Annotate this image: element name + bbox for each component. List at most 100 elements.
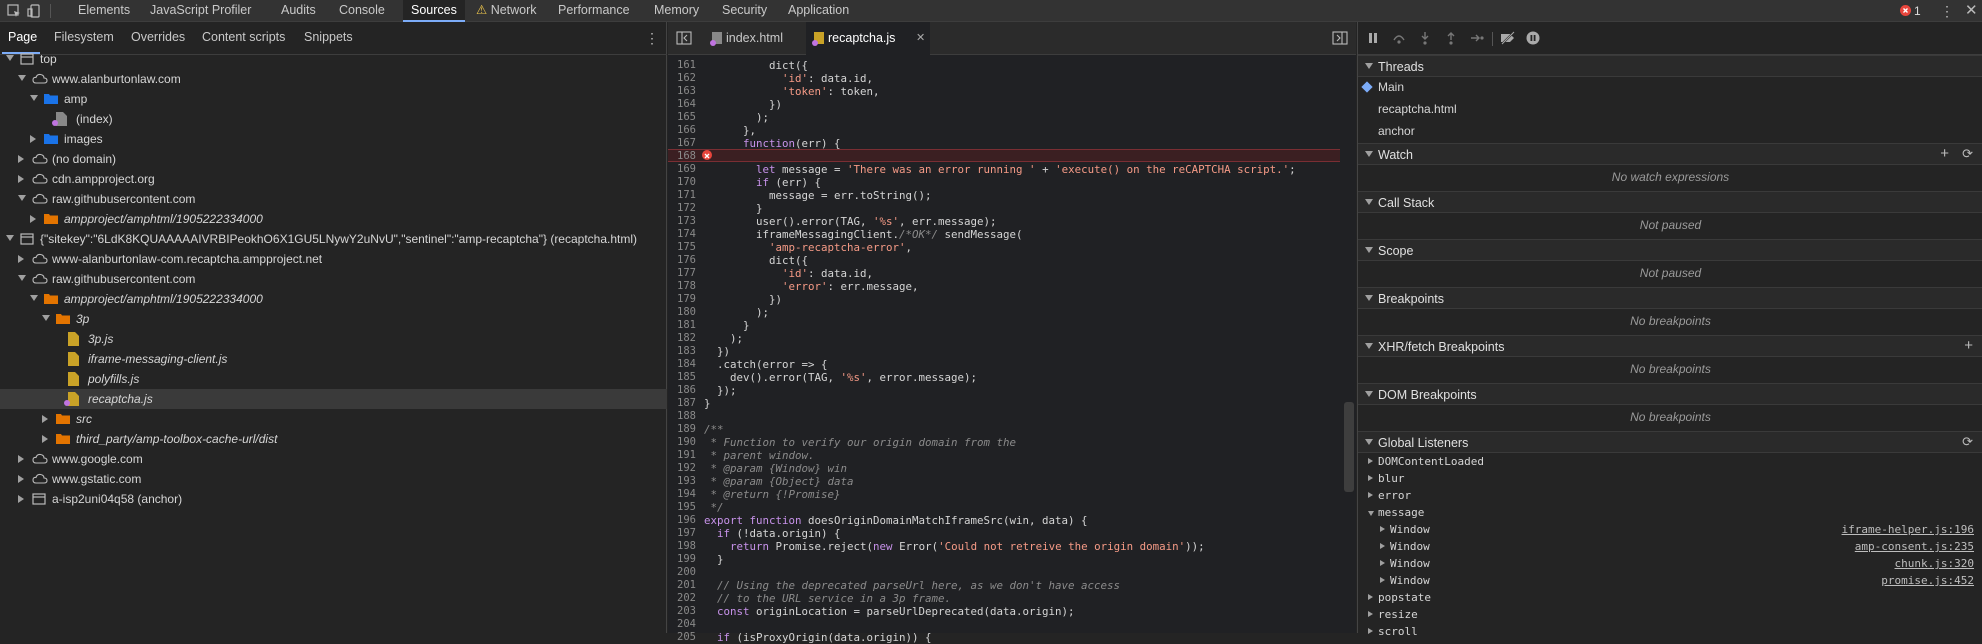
collapse-arrow-icon[interactable]	[30, 135, 36, 143]
thread-item[interactable]: anchor	[1378, 124, 1415, 138]
tab-overrides[interactable]: Overrides	[131, 30, 185, 44]
tab-audits[interactable]: Audits	[281, 0, 316, 22]
collapse-arrow-icon[interactable]	[18, 455, 24, 463]
toggle-debugger-icon[interactable]	[1332, 31, 1348, 48]
line-number[interactable]: 168	[668, 150, 696, 163]
collapse-arrow-icon[interactable]	[18, 255, 24, 263]
refresh-icon[interactable]: ⟳	[1962, 146, 1973, 162]
listener-item[interactable]: blur	[1378, 472, 1405, 485]
tab-security[interactable]: Security	[722, 0, 767, 22]
tree-item[interactable]: images	[0, 129, 667, 149]
error-icon[interactable]	[1900, 5, 1911, 16]
tree-item[interactable]: raw.githubusercontent.com	[0, 189, 667, 209]
expand-arrow-icon[interactable]	[1365, 295, 1373, 301]
line-number[interactable]: 173	[668, 215, 696, 228]
inspect-element-icon[interactable]	[6, 3, 22, 19]
expand-arrow-icon[interactable]	[18, 275, 26, 281]
listener-item[interactable]: Window	[1390, 523, 1430, 536]
tree-item[interactable]: amp	[0, 89, 667, 109]
expand-arrow-icon[interactable]	[30, 295, 38, 301]
expand-arrow-icon[interactable]	[1365, 199, 1373, 205]
tree-item[interactable]: src	[0, 409, 667, 429]
line-number[interactable]: 165	[668, 111, 696, 124]
source-link[interactable]: chunk.js:320	[1895, 557, 1974, 570]
expand-arrow-icon[interactable]	[1365, 439, 1373, 445]
line-number[interactable]: 191	[668, 449, 696, 462]
expand-arrow-icon[interactable]	[42, 315, 50, 321]
line-number[interactable]: 175	[668, 241, 696, 254]
line-number[interactable]: 179	[668, 293, 696, 306]
section-xhr-breakpoints[interactable]: XHR/fetch Breakpoints +	[1358, 335, 1982, 357]
line-number[interactable]: 181	[668, 319, 696, 332]
line-number[interactable]: 174	[668, 228, 696, 241]
tree-item[interactable]: iframe-messaging-client.js	[0, 349, 667, 369]
pause-icon[interactable]	[1366, 31, 1380, 45]
line-number[interactable]: 161	[668, 59, 696, 72]
error-marker-icon[interactable]	[702, 150, 712, 160]
line-number[interactable]: 201	[668, 579, 696, 592]
line-number[interactable]: 180	[668, 306, 696, 319]
navigator-menu-icon[interactable]: ⋮	[645, 30, 659, 47]
tab-network[interactable]: ⚠ Network	[476, 0, 537, 22]
tab-page[interactable]: Page	[8, 30, 37, 44]
line-number[interactable]: 187	[668, 397, 696, 410]
collapse-arrow-icon[interactable]	[1368, 594, 1373, 600]
tab-content-scripts[interactable]: Content scripts	[202, 30, 285, 44]
line-number[interactable]: 182	[668, 332, 696, 345]
tab-elements[interactable]: Elements	[78, 0, 130, 22]
expand-arrow-icon[interactable]	[30, 95, 38, 101]
collapse-arrow-icon[interactable]	[18, 175, 24, 183]
expand-arrow-icon[interactable]	[1365, 63, 1373, 69]
listener-item[interactable]: error	[1378, 489, 1411, 502]
line-number[interactable]: 171	[668, 189, 696, 202]
line-number[interactable]: 189	[668, 423, 696, 436]
line-number[interactable]: 188	[668, 410, 696, 423]
tab-application[interactable]: Application	[788, 0, 849, 22]
line-number[interactable]: 176	[668, 254, 696, 267]
line-number[interactable]: 177	[668, 267, 696, 280]
expand-arrow-icon[interactable]	[1365, 391, 1373, 397]
tree-item[interactable]: www.alanburtonlaw.com	[0, 69, 667, 89]
line-number[interactable]: 164	[668, 98, 696, 111]
tree-item[interactable]: raw.githubusercontent.com	[0, 269, 667, 289]
tab-sources[interactable]: Sources	[403, 0, 465, 22]
tab-index-html[interactable]: index.html	[704, 22, 804, 55]
collapse-arrow-icon[interactable]	[1368, 628, 1373, 634]
line-number[interactable]: 169	[668, 163, 696, 176]
line-number[interactable]: 192	[668, 462, 696, 475]
tab-recaptcha-js[interactable]: recaptcha.js ✕	[806, 22, 930, 55]
collapse-arrow-icon[interactable]	[18, 495, 24, 503]
line-number[interactable]: 186	[668, 384, 696, 397]
expand-arrow-icon[interactable]	[6, 235, 14, 241]
tree-item[interactable]: a-isp2uni04q58 (anchor)	[0, 489, 667, 509]
listener-item[interactable]: scroll	[1378, 625, 1418, 638]
section-threads[interactable]: Threads	[1358, 55, 1982, 77]
line-number[interactable]: 183	[668, 345, 696, 358]
line-number[interactable]: 184	[668, 358, 696, 371]
refresh-icon[interactable]: ⟳	[1962, 434, 1973, 450]
step-over-icon[interactable]	[1392, 31, 1406, 45]
collapse-arrow-icon[interactable]	[42, 435, 48, 443]
step-icon[interactable]	[1470, 31, 1484, 45]
line-number[interactable]: 203	[668, 605, 696, 618]
tree-item[interactable]: {"sitekey":"6LdK8KQUAAAAAIVRBIPeokhO6X1G…	[0, 229, 667, 249]
line-number[interactable]: 204	[668, 618, 696, 631]
editor-scrollbar[interactable]	[1344, 402, 1354, 492]
collapse-arrow-icon[interactable]	[1380, 560, 1385, 566]
collapse-arrow-icon[interactable]	[42, 415, 48, 423]
tree-item[interactable]: recaptcha.js	[0, 389, 667, 409]
collapse-arrow-icon[interactable]	[1380, 543, 1385, 549]
tree-item[interactable]: www.google.com	[0, 449, 667, 469]
line-number[interactable]: 185	[668, 371, 696, 384]
tab-snippets[interactable]: Snippets	[304, 30, 353, 44]
listener-item[interactable]: DOMContentLoaded	[1378, 455, 1484, 468]
tree-item[interactable]: top	[0, 49, 667, 69]
tree-item[interactable]: www-alanburtonlaw-com.recaptcha.ampproje…	[0, 249, 667, 269]
line-number[interactable]: 172	[668, 202, 696, 215]
collapse-arrow-icon[interactable]	[1368, 492, 1373, 498]
collapse-arrow-icon[interactable]	[1368, 611, 1373, 617]
collapse-arrow-icon[interactable]	[18, 155, 24, 163]
tree-item[interactable]: (index)	[0, 109, 667, 129]
listener-item[interactable]: message	[1378, 506, 1424, 519]
add-icon[interactable]: +	[1940, 145, 1949, 162]
